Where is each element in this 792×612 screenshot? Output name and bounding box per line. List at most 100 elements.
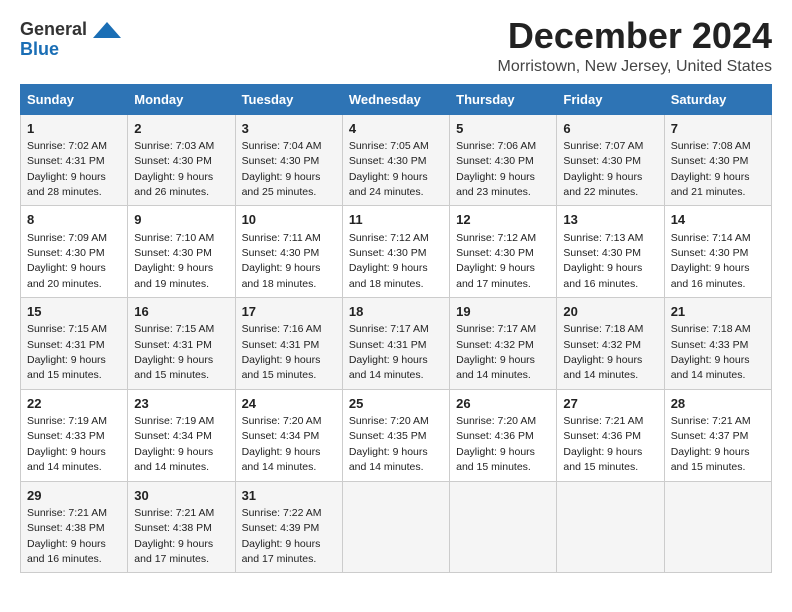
calendar-cell xyxy=(450,481,557,573)
day-info: Sunrise: 7:21 AM Sunset: 4:38 PM Dayligh… xyxy=(134,507,214,565)
calendar-cell: 23 Sunrise: 7:19 AM Sunset: 4:34 PM Dayli… xyxy=(128,389,235,481)
day-info: Sunrise: 7:14 AM Sunset: 4:30 PM Dayligh… xyxy=(671,232,751,290)
calendar-cell: 10 Sunrise: 7:11 AM Sunset: 4:30 PM Dayli… xyxy=(235,206,342,298)
calendar-cell: 12 Sunrise: 7:12 AM Sunset: 4:30 PM Dayli… xyxy=(450,206,557,298)
calendar-cell: 17 Sunrise: 7:16 AM Sunset: 4:31 PM Dayli… xyxy=(235,298,342,390)
day-info: Sunrise: 7:11 AM Sunset: 4:30 PM Dayligh… xyxy=(242,232,321,290)
calendar-cell: 22 Sunrise: 7:19 AM Sunset: 4:33 PM Dayli… xyxy=(21,389,128,481)
header-sunday: Sunday xyxy=(21,84,128,114)
calendar-cell: 5 Sunrise: 7:06 AM Sunset: 4:30 PM Daylig… xyxy=(450,114,557,206)
day-number: 16 xyxy=(134,303,228,321)
calendar-cell: 20 Sunrise: 7:18 AM Sunset: 4:32 PM Dayli… xyxy=(557,298,664,390)
calendar-cell xyxy=(557,481,664,573)
calendar-cell: 2Sunrise: 7:03 AM Sunset: 4:30 PM Daylig… xyxy=(128,114,235,206)
calendar-cell: 19 Sunrise: 7:17 AM Sunset: 4:32 PM Dayli… xyxy=(450,298,557,390)
calendar-cell: 27 Sunrise: 7:21 AM Sunset: 4:36 PM Dayli… xyxy=(557,389,664,481)
calendar-cell: 1 Sunrise: 7:02 AM Sunset: 4:31 PM Daylig… xyxy=(21,114,128,206)
calendar-cell: 25Sunrise: 7:20 AM Sunset: 4:35 PM Dayli… xyxy=(342,389,449,481)
header-thursday: Thursday xyxy=(450,84,557,114)
day-number: 8 xyxy=(27,211,121,229)
day-number: 2 xyxy=(134,120,228,138)
day-info: Sunrise: 7:02 AM Sunset: 4:31 PM Dayligh… xyxy=(27,140,107,198)
calendar-cell: 4 Sunrise: 7:05 AM Sunset: 4:30 PM Daylig… xyxy=(342,114,449,206)
day-number: 3 xyxy=(242,120,336,138)
day-number: 29 xyxy=(27,487,121,505)
calendar-subtitle: Morristown, New Jersey, United States xyxy=(498,58,772,76)
calendar-cell: 21Sunrise: 7:18 AM Sunset: 4:33 PM Dayli… xyxy=(664,298,771,390)
day-number: 30 xyxy=(134,487,228,505)
day-info: Sunrise: 7:07 AM Sunset: 4:30 PM Dayligh… xyxy=(563,140,643,198)
day-number: 1 xyxy=(27,120,121,138)
calendar-title: December 2024 xyxy=(498,16,772,56)
day-info: Sunrise: 7:20 AM Sunset: 4:34 PM Dayligh… xyxy=(242,415,322,473)
day-number: 25 xyxy=(349,395,443,413)
day-number: 18 xyxy=(349,303,443,321)
calendar-cell: 30 Sunrise: 7:21 AM Sunset: 4:38 PM Dayli… xyxy=(128,481,235,573)
day-info: Sunrise: 7:22 AM Sunset: 4:39 PM Dayligh… xyxy=(242,507,322,565)
calendar-cell: 15Sunrise: 7:15 AM Sunset: 4:31 PM Dayli… xyxy=(21,298,128,390)
day-number: 6 xyxy=(563,120,657,138)
day-info: Sunrise: 7:13 AM Sunset: 4:30 PM Dayligh… xyxy=(563,232,643,290)
header-friday: Friday xyxy=(557,84,664,114)
day-number: 13 xyxy=(563,211,657,229)
calendar-cell xyxy=(664,481,771,573)
calendar-cell: 16 Sunrise: 7:15 AM Sunset: 4:31 PM Dayli… xyxy=(128,298,235,390)
day-number: 11 xyxy=(349,211,443,229)
day-info: Sunrise: 7:12 AM Sunset: 4:30 PM Dayligh… xyxy=(456,232,536,290)
day-info: Sunrise: 7:05 AM Sunset: 4:30 PM Dayligh… xyxy=(349,140,429,198)
day-info: Sunrise: 7:16 AM Sunset: 4:31 PM Dayligh… xyxy=(242,323,322,381)
calendar-cell: 11 Sunrise: 7:12 AM Sunset: 4:30 PM Dayli… xyxy=(342,206,449,298)
day-number: 22 xyxy=(27,395,121,413)
day-info: Sunrise: 7:06 AM Sunset: 4:30 PM Dayligh… xyxy=(456,140,536,198)
calendar-cell: 26 Sunrise: 7:20 AM Sunset: 4:36 PM Dayli… xyxy=(450,389,557,481)
calendar-cell: 28Sunrise: 7:21 AM Sunset: 4:37 PM Dayli… xyxy=(664,389,771,481)
logo: General Blue xyxy=(20,20,121,60)
day-number: 7 xyxy=(671,120,765,138)
day-info: Sunrise: 7:21 AM Sunset: 4:37 PM Dayligh… xyxy=(671,415,751,473)
day-info: Sunrise: 7:18 AM Sunset: 4:32 PM Dayligh… xyxy=(563,323,643,381)
week-row-0: 1 Sunrise: 7:02 AM Sunset: 4:31 PM Daylig… xyxy=(21,114,772,206)
day-info: Sunrise: 7:21 AM Sunset: 4:38 PM Dayligh… xyxy=(27,507,107,565)
day-number: 27 xyxy=(563,395,657,413)
day-info: Sunrise: 7:12 AM Sunset: 4:30 PM Dayligh… xyxy=(349,232,429,290)
page-header: General Blue December 2024 Morristown, N… xyxy=(20,16,772,76)
day-number: 12 xyxy=(456,211,550,229)
day-info: Sunrise: 7:20 AM Sunset: 4:36 PM Dayligh… xyxy=(456,415,536,473)
calendar-table: SundayMondayTuesdayWednesdayThursdayFrid… xyxy=(20,84,772,574)
day-number: 24 xyxy=(242,395,336,413)
day-info: Sunrise: 7:10 AM Sunset: 4:30 PM Dayligh… xyxy=(134,232,214,290)
calendar-cell xyxy=(342,481,449,573)
calendar-cell: 18 Sunrise: 7:17 AM Sunset: 4:31 PM Dayli… xyxy=(342,298,449,390)
logo-blue-text: Blue xyxy=(20,39,59,59)
header-monday: Monday xyxy=(128,84,235,114)
week-row-4: 29 Sunrise: 7:21 AM Sunset: 4:38 PM Dayli… xyxy=(21,481,772,573)
calendar-cell: 13 Sunrise: 7:13 AM Sunset: 4:30 PM Dayli… xyxy=(557,206,664,298)
day-info: Sunrise: 7:21 AM Sunset: 4:36 PM Dayligh… xyxy=(563,415,643,473)
day-info: Sunrise: 7:17 AM Sunset: 4:31 PM Dayligh… xyxy=(349,323,429,381)
day-info: Sunrise: 7:19 AM Sunset: 4:34 PM Dayligh… xyxy=(134,415,214,473)
day-number: 23 xyxy=(134,395,228,413)
day-info: Sunrise: 7:15 AM Sunset: 4:31 PM Dayligh… xyxy=(134,323,214,381)
calendar-header-row: SundayMondayTuesdayWednesdayThursdayFrid… xyxy=(21,84,772,114)
day-info: Sunrise: 7:09 AM Sunset: 4:30 PM Dayligh… xyxy=(27,232,107,290)
header-saturday: Saturday xyxy=(664,84,771,114)
day-number: 15 xyxy=(27,303,121,321)
day-number: 9 xyxy=(134,211,228,229)
day-info: Sunrise: 7:19 AM Sunset: 4:33 PM Dayligh… xyxy=(27,415,107,473)
day-number: 17 xyxy=(242,303,336,321)
calendar-cell: 29 Sunrise: 7:21 AM Sunset: 4:38 PM Dayli… xyxy=(21,481,128,573)
day-number: 26 xyxy=(456,395,550,413)
logo-text: General xyxy=(20,20,121,40)
day-number: 31 xyxy=(242,487,336,505)
day-number: 19 xyxy=(456,303,550,321)
calendar-cell: 24 Sunrise: 7:20 AM Sunset: 4:34 PM Dayli… xyxy=(235,389,342,481)
calendar-cell: 6 Sunrise: 7:07 AM Sunset: 4:30 PM Daylig… xyxy=(557,114,664,206)
week-row-3: 22 Sunrise: 7:19 AM Sunset: 4:33 PM Dayli… xyxy=(21,389,772,481)
day-number: 4 xyxy=(349,120,443,138)
day-number: 10 xyxy=(242,211,336,229)
calendar-cell: 31 Sunrise: 7:22 AM Sunset: 4:39 PM Dayli… xyxy=(235,481,342,573)
day-number: 5 xyxy=(456,120,550,138)
day-info: Sunrise: 7:17 AM Sunset: 4:32 PM Dayligh… xyxy=(456,323,536,381)
day-info: Sunrise: 7:18 AM Sunset: 4:33 PM Dayligh… xyxy=(671,323,751,381)
day-number: 20 xyxy=(563,303,657,321)
